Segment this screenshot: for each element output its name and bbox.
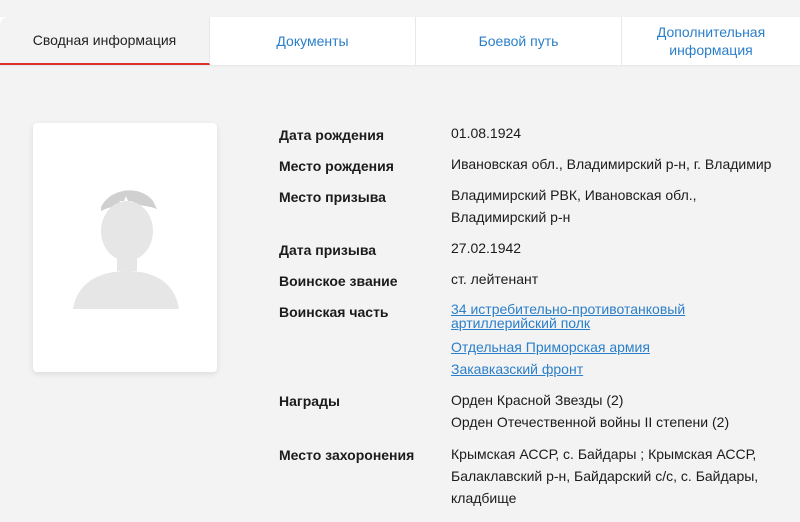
tab-additional-info[interactable]: Дополнительная информация: [622, 17, 800, 65]
unit-label: Воинская часть: [279, 304, 389, 320]
burial-place-label: Место захоронения: [279, 447, 415, 463]
birth-place-value: Ивановская обл., Владимирский р-н, г. Вл…: [451, 156, 772, 172]
tab-bar: Сводная информация Документы Боевой путь…: [0, 17, 800, 65]
burial-line3: кладбище: [451, 490, 517, 506]
tab-additional-info-line2: информация: [669, 42, 753, 58]
birth-date-value: 01.08.1924: [451, 125, 522, 141]
award-item: Орден Отечественной войны II степени (2): [451, 414, 730, 430]
draft-place-line2: Владимирский р-н: [451, 209, 571, 225]
unit-link-regiment-line2: артиллерийский полк: [451, 315, 591, 331]
rank-value: ст. лейтенант: [451, 271, 539, 287]
birth-date-label: Дата рождения: [279, 127, 385, 143]
soldier-silhouette-icon: [73, 190, 179, 309]
burial-place-value: Крымская АССР, с. Байдары ; Крымская АСС…: [451, 443, 758, 509]
rank-label: Воинское звание: [279, 273, 398, 289]
draft-date-label: Дата призыва: [279, 242, 377, 258]
unit-link-regiment[interactable]: 34 истребительно-противотанковый артилле…: [451, 302, 685, 330]
burial-line2: Балаклавский р-н, Байдарский с/с, с. Бай…: [451, 468, 759, 484]
photo-card: [33, 123, 217, 372]
birth-place-label: Место рождения: [279, 158, 394, 174]
unit-link-front[interactable]: Закавказский фронт: [451, 362, 583, 376]
draft-place-label: Место призыва: [279, 189, 386, 205]
tab-combat-path[interactable]: Боевой путь: [416, 17, 622, 65]
awards-label: Награды: [279, 393, 340, 409]
tab-additional-info-label: Дополнительная информация: [657, 23, 765, 59]
unit-link-army[interactable]: Отдельная Приморская армия: [451, 340, 650, 354]
award-item: Орден Красной Звезды (2): [451, 392, 624, 408]
burial-line1: Крымская АССР, с. Байдары ; Крымская АСС…: [451, 446, 757, 462]
tab-documents[interactable]: Документы: [210, 17, 416, 65]
tab-additional-info-line1: Дополнительная: [656, 24, 766, 40]
tab-summary[interactable]: Сводная информация: [0, 17, 210, 65]
draft-place-line1: Владимирский РВК, Ивановская обл.,: [451, 187, 697, 203]
draft-date-value: 27.02.1942: [451, 240, 522, 256]
draft-place-value: Владимирский РВК, Ивановская обл., Влади…: [451, 184, 697, 228]
